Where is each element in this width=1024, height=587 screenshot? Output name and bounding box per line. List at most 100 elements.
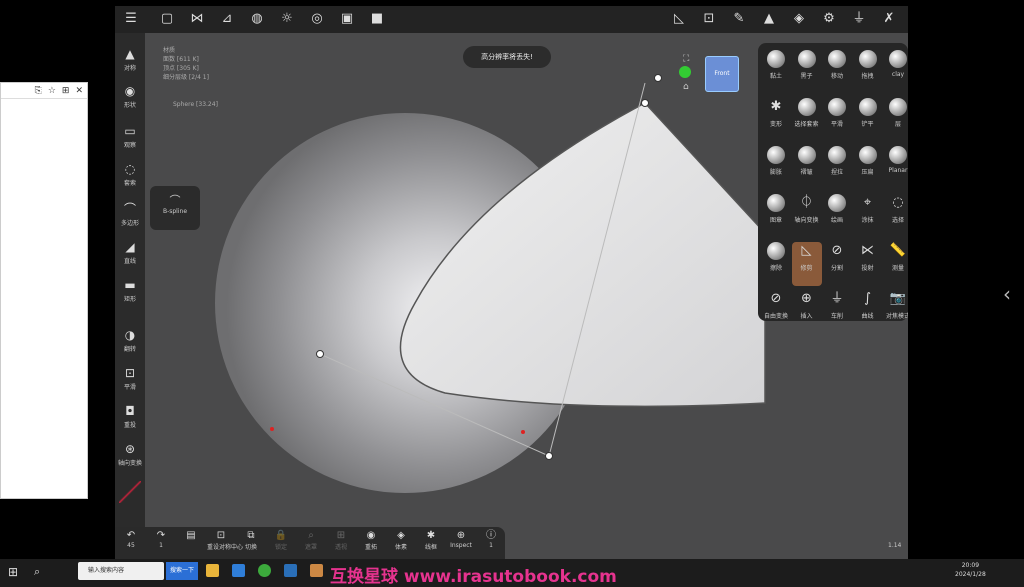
video-icon[interactable]: ■ <box>369 11 385 27</box>
control-point[interactable] <box>641 99 649 107</box>
sculpt-tool-3[interactable]: 拖拽 <box>853 50 883 80</box>
view-cube[interactable]: Front <box>705 56 739 92</box>
control-point[interactable] <box>654 74 662 82</box>
sculpt-tool-5[interactable]: ✱ 变形 <box>761 98 791 128</box>
window-copy-icon[interactable]: ⎘ <box>35 86 42 96</box>
sculpt-tool-8[interactable]: 铲平 <box>853 98 883 128</box>
pin-icon[interactable]: ⏚ <box>851 11 867 27</box>
sculpt-tool-18[interactable]: ⌖ 涂抹 <box>853 194 883 224</box>
app-icon[interactable] <box>310 564 323 577</box>
tool-reproject[interactable]: ◘ 重投 <box>115 404 145 429</box>
close-icon[interactable]: ✕ <box>75 86 83 96</box>
remesh-button[interactable]: ◉ 重拓 <box>357 530 385 551</box>
home-icon[interactable]: ⌂ <box>683 82 689 92</box>
wrench-icon[interactable]: ✗ <box>881 11 897 27</box>
shading-icon[interactable]: ◍ <box>249 11 265 27</box>
sculpt-tool-17[interactable]: 绘画 <box>822 194 852 224</box>
sculpt-tool-21[interactable]: ◺ 修剪 <box>791 242 822 286</box>
sculpt-tool-22[interactable]: ⊘ 分割 <box>822 242 852 272</box>
sculpt-tool-0[interactable]: 黏土 <box>761 50 791 80</box>
tool-icon: ◌ <box>892 195 904 210</box>
tool-view[interactable]: ▭ 观察 <box>115 124 145 149</box>
voxel-button[interactable]: ◈ 体素 <box>387 530 415 551</box>
sculpt-tool-11[interactable]: 褶皱 <box>792 146 822 176</box>
color-swatch[interactable] <box>119 481 141 503</box>
sculpt-tool-16[interactable]: ⏀ 轴向变换 <box>792 194 822 224</box>
sculpt-tool-24[interactable]: 📏 测量 <box>883 242 908 272</box>
lock-button[interactable]: 🔒 锁定 <box>267 530 295 551</box>
sculpt-tool-2[interactable]: 移动 <box>822 50 852 80</box>
tool-icon: ⋉ <box>861 243 874 258</box>
tool-lasso[interactable]: ◌ 套索 <box>115 162 145 187</box>
wireframe-button[interactable]: ✱ 线框 <box>417 530 445 551</box>
undo-button[interactable]: ↶ 45 <box>117 530 145 549</box>
tool-polygon[interactable]: ⌒ 多边形 <box>115 202 145 227</box>
redo-button[interactable]: ↷ 1 <box>147 530 175 549</box>
image-icon[interactable]: ▣ <box>339 11 355 27</box>
taskbar-clock: 20:09 2024/1/28 <box>955 561 986 579</box>
layers-icon[interactable]: ⊿ <box>219 11 235 27</box>
sculpt-tool-9[interactable]: 层 <box>883 98 908 128</box>
star-icon[interactable]: ☆ <box>48 86 56 96</box>
sculpt-tool-27[interactable]: ⏚ 车削 <box>822 290 852 320</box>
search-button[interactable]: 搜索一下 <box>166 562 198 580</box>
gear-icon[interactable]: ⚙ <box>821 11 837 27</box>
sculpt-tool-14[interactable]: Planar <box>883 146 908 174</box>
maximize-icon[interactable]: ⊞ <box>62 86 70 96</box>
bspline-popup[interactable]: ⌒ B-spline <box>150 186 200 230</box>
sculpt-tool-25[interactable]: ⊘ 自由变换 <box>761 290 791 320</box>
menu-icon[interactable]: ☰ <box>123 11 139 27</box>
sculpt-tool-20[interactable]: 擦除 <box>761 242 791 272</box>
perspective-button[interactable]: ⊞ 透视 <box>327 530 355 551</box>
stack-icon[interactable]: ◈ <box>791 11 807 27</box>
sculpt-tool-29[interactable]: 📷 对焦模式 <box>883 290 908 320</box>
layers-button[interactable]: ▤ <box>177 530 205 542</box>
sculpt-tool-28[interactable]: ∫ 曲线 <box>853 290 883 320</box>
mask-button[interactable]: ⌕ 遮罩 <box>297 530 325 551</box>
tool-icon <box>889 98 907 116</box>
sculpt-tool-10[interactable]: 膨胀 <box>761 146 791 176</box>
sculpt-tool-7[interactable]: 平滑 <box>822 98 852 128</box>
sculpt-tool-12[interactable]: 捏拉 <box>822 146 852 176</box>
snap-icon[interactable]: ⊡ <box>701 11 717 27</box>
search-icon[interactable]: ⌕ <box>34 565 40 579</box>
triangle-icon[interactable]: ▲ <box>761 11 777 27</box>
tool-symmetry[interactable]: ▲ 对称 <box>115 47 145 72</box>
tool-axis-transform[interactable]: ⊛ 轴向变换 <box>115 442 145 467</box>
tool-line[interactable]: ◢ 直线 <box>115 240 145 265</box>
wechat-icon[interactable] <box>258 564 271 577</box>
sculpt-tool-23[interactable]: ⋉ 投射 <box>853 242 883 272</box>
folder-icon[interactable]: ▢ <box>159 11 175 27</box>
tool-shape[interactable]: ◉ 形状 <box>115 84 145 109</box>
sculpt-tool-15[interactable]: 图章 <box>761 194 791 224</box>
material-icon[interactable]: ◎ <box>309 11 325 27</box>
app-icon[interactable] <box>232 564 245 577</box>
taskbar-search-input[interactable]: 输入搜索内容 <box>78 562 164 580</box>
windows-start-icon[interactable]: ⊞ <box>8 565 18 579</box>
tool-invert[interactable]: ◑ 翻转 <box>115 328 145 353</box>
inspect-button[interactable]: ⊕ Inspect <box>447 530 475 549</box>
sculpt-tool-1[interactable]: 黑子 <box>792 50 822 80</box>
side-arrow-icon[interactable]: ‹ <box>1003 282 1011 306</box>
reset-symmetry-button[interactable]: ⊡ 重设对称中心 <box>207 530 243 551</box>
sculpt-tool-13[interactable]: 压扁 <box>853 146 883 176</box>
tool-smooth[interactable]: ⊡ 平滑 <box>115 366 145 391</box>
control-point[interactable] <box>316 350 324 358</box>
switch-icon: ⧉ <box>247 530 255 541</box>
tool-rectangle[interactable]: ▬ 矩形 <box>115 278 145 303</box>
green-dot-indicator[interactable] <box>679 66 691 78</box>
scene-icon[interactable]: ⋈ <box>189 11 205 27</box>
control-point[interactable] <box>545 452 553 460</box>
app-icon[interactable] <box>284 564 297 577</box>
sculpt-tool-19[interactable]: ◌ 选择 <box>883 194 908 224</box>
info-button[interactable]: ⓘ 1 <box>477 530 505 549</box>
sun-icon[interactable]: ☼ <box>279 11 295 27</box>
measure-icon[interactable]: ◺ <box>671 11 687 27</box>
fullscreen-icon[interactable]: ⛶ <box>683 54 689 64</box>
brush-icon[interactable]: ✎ <box>731 11 747 27</box>
sculpt-tool-26[interactable]: ⊕ 插入 <box>792 290 822 320</box>
file-explorer-icon[interactable] <box>206 564 219 577</box>
switch-button[interactable]: ⧉ 切换 <box>237 530 265 551</box>
sculpt-tool-6[interactable]: 选择套索 <box>792 98 822 128</box>
sculpt-tool-4[interactable]: clay <box>883 50 908 78</box>
